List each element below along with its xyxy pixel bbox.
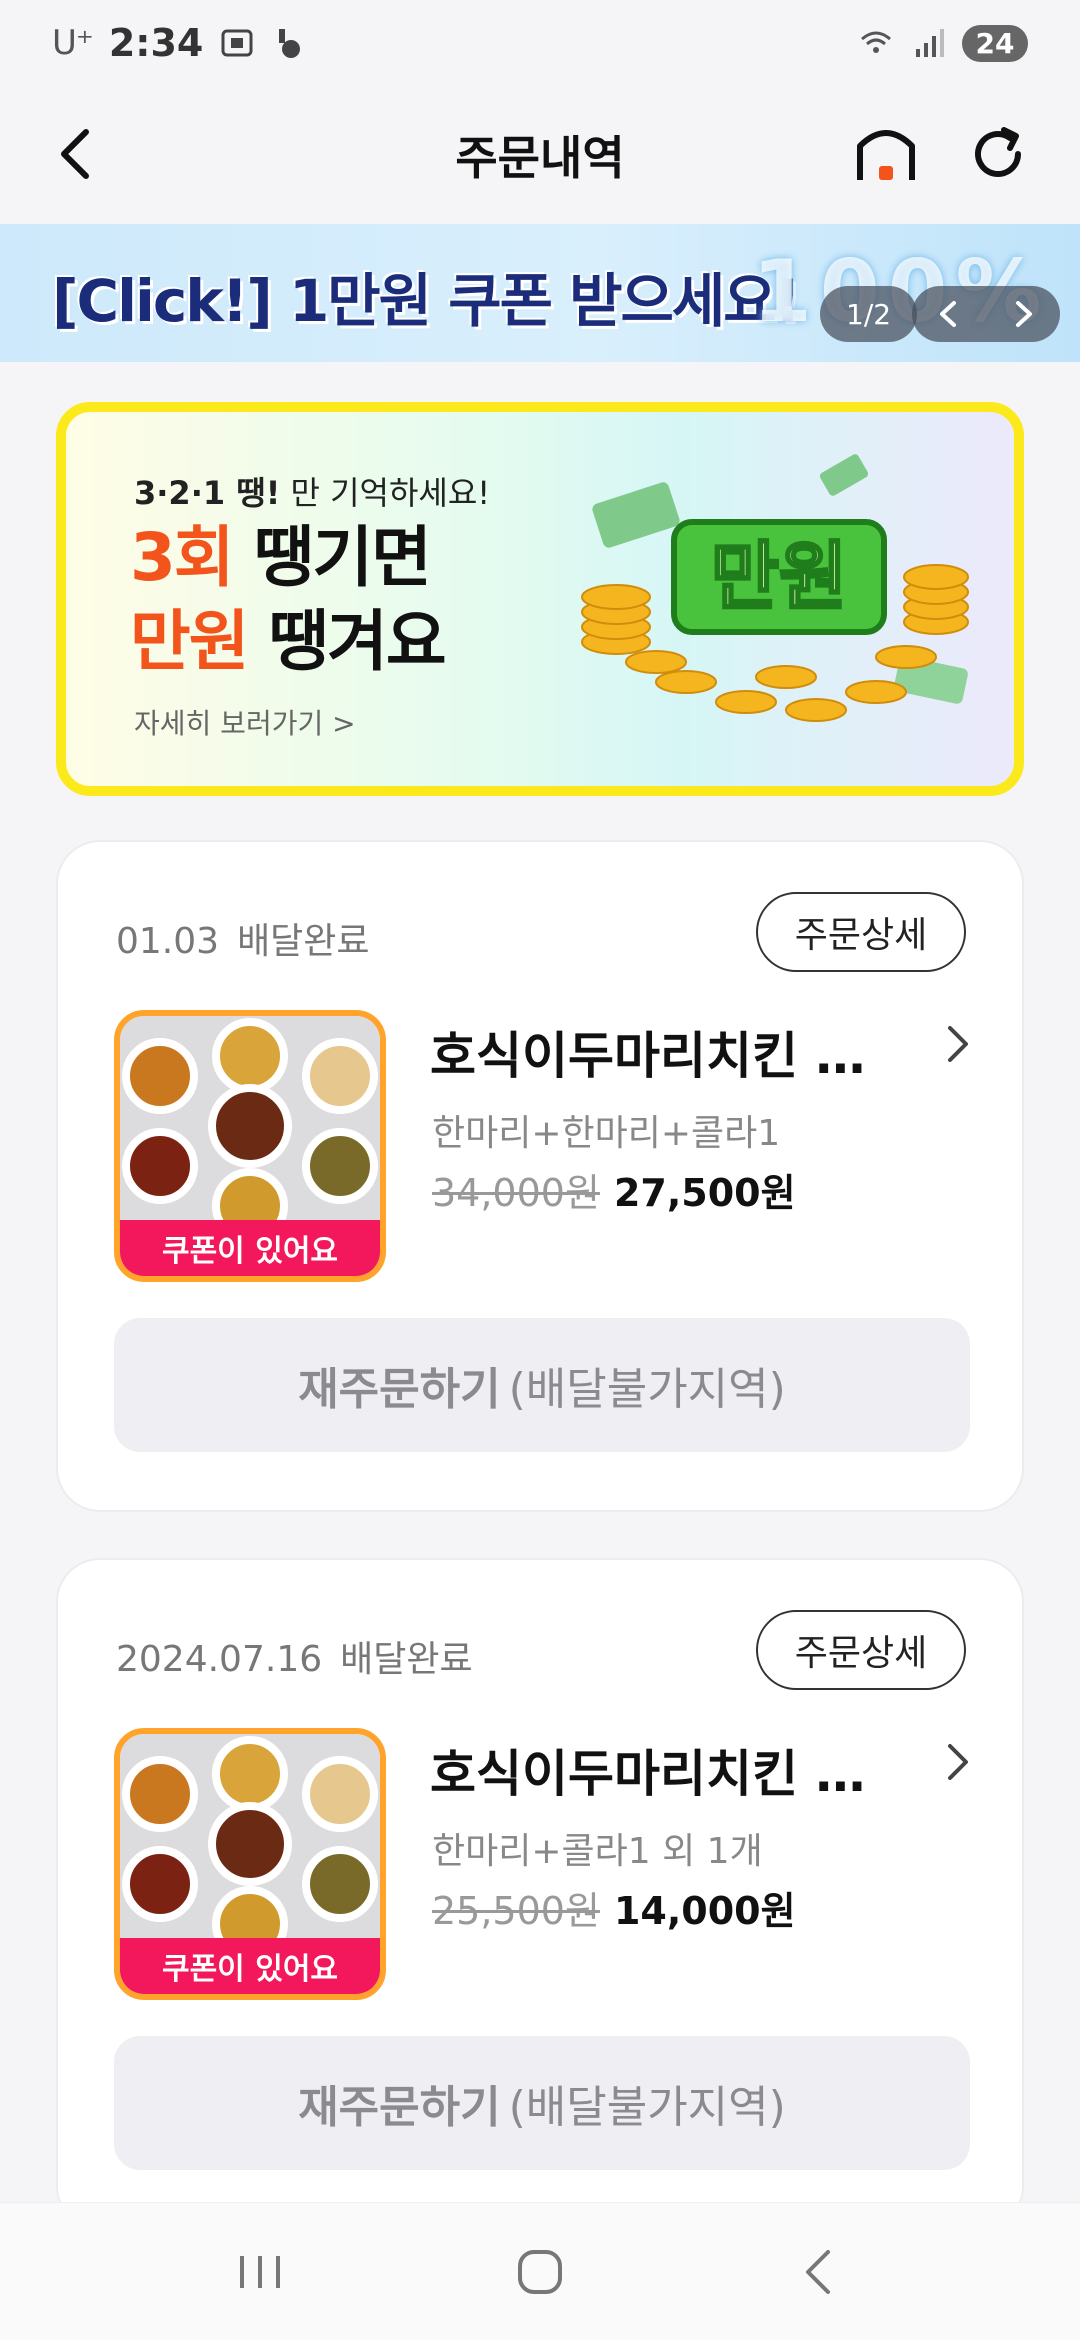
event-headline: 3회 땡기면 만원 땡겨요 xyxy=(130,516,447,684)
chevron-right-icon[interactable] xyxy=(934,1020,982,1068)
system-home-button[interactable] xyxy=(500,2232,580,2312)
promo-banner[interactable]: [Click!] 1만원 쿠폰 받으세요! 100% xyxy=(0,224,1080,362)
order-card: 2024.07.16 배달완료 주문상세 쿠폰이 있어요 호식이두마리치킨 옥… … xyxy=(56,1558,1024,2230)
event-kicker-bold: 3·2·1 땡! xyxy=(134,474,281,512)
order-menu: 한마리+콜라1 외 1개 xyxy=(432,1831,763,1872)
promo-banner-text: [Click!] 1만원 쿠폰 받으세요! xyxy=(52,267,801,335)
status-bar: U⁺ 2:34 24 xyxy=(0,0,1080,86)
chevron-left-icon[interactable] xyxy=(932,297,966,331)
event-headline-line1: 3회 땡기면 xyxy=(130,516,445,600)
order-price: 25,500원 14,000원 xyxy=(432,1880,796,1935)
store-name[interactable]: 호식이두마리치킨 옥… xyxy=(430,1734,900,1806)
event-kicker-rest: 만 기억하세요! xyxy=(280,474,491,512)
carrier-label: U⁺ xyxy=(52,23,94,63)
clock: 2:34 xyxy=(108,21,204,65)
order-meta: 2024.07.16 배달완료 xyxy=(116,1630,473,1682)
app-bar: 주문내역 xyxy=(0,86,1080,224)
screenshot-icon xyxy=(221,29,253,57)
signal-icon xyxy=(916,29,944,57)
system-back-icon xyxy=(806,2249,830,2294)
status-left: U⁺ 2:34 xyxy=(52,21,307,65)
banner-nav xyxy=(912,286,1060,342)
status-right: 24 xyxy=(854,24,1028,62)
page-title: 주문내역 xyxy=(455,131,625,185)
event-art-label: 만원 xyxy=(711,534,847,620)
order-card: 01.03 배달완료 주문상세 쿠폰이 있어요 호식이두마리치킨 옥… 한마리+한… xyxy=(56,840,1024,1512)
reorder-button[interactable]: 재주문하기 (배달불가지역) xyxy=(114,2036,970,2170)
wifi-icon xyxy=(861,31,891,53)
recent-apps-button[interactable] xyxy=(220,2232,300,2312)
banner-pager: 1/2 xyxy=(820,286,918,342)
store-thumbnail[interactable]: 쿠폰이 있어요 xyxy=(114,1728,386,2000)
system-back-button[interactable] xyxy=(780,2232,860,2312)
reorder-button[interactable]: 재주문하기 (배달불가지역) xyxy=(114,1318,970,1452)
home-circle-icon xyxy=(518,2249,562,2294)
refresh-icon[interactable] xyxy=(958,114,1038,194)
home-icon[interactable] xyxy=(846,114,926,194)
event-detail-link[interactable]: 자세히 보러가기 > xyxy=(134,702,356,742)
final-price: 27,500원 xyxy=(613,1171,796,1215)
store-name[interactable]: 호식이두마리치킨 옥… xyxy=(430,1016,900,1088)
notification-icon xyxy=(279,29,301,58)
original-price: 34,000원 xyxy=(432,1171,600,1215)
event-line2-accent: 만원 xyxy=(130,603,249,680)
recent-apps-icon xyxy=(240,2255,280,2288)
event-kicker: 3·2·1 땡! 만 기억하세요! xyxy=(134,468,490,514)
chevron-right-icon[interactable] xyxy=(1006,297,1040,331)
event-headline-line2: 만원 땡겨요 xyxy=(130,600,447,684)
reorder-label: 재주문하기 xyxy=(298,2082,501,2133)
order-detail-button[interactable]: 주문상세 xyxy=(756,892,966,972)
coins-money-illustration: 만원 xyxy=(581,454,969,722)
store-thumbnail[interactable]: 쿠폰이 있어요 xyxy=(114,1010,386,1282)
system-nav-bar xyxy=(0,2202,1080,2340)
event-banner-card[interactable]: 3·2·1 땡! 만 기억하세요! 3회 땡기면 만원 땡겨요 자세히 보러가기… xyxy=(56,402,1024,796)
coupon-badge: 쿠폰이 있어요 xyxy=(120,1220,380,1276)
order-date: 01.03 xyxy=(116,921,220,962)
order-status: 배달완료 xyxy=(237,921,370,962)
order-menu: 한마리+한마리+콜라1 xyxy=(432,1113,781,1154)
back-arrow-icon[interactable] xyxy=(40,116,116,192)
event-line1-rest: 땡기면 xyxy=(232,519,432,596)
reorder-label: 재주문하기 xyxy=(298,1364,501,1415)
reorder-note: (배달불가지역) xyxy=(508,1364,786,1415)
original-price: 25,500원 xyxy=(432,1889,600,1933)
food-photo xyxy=(120,1734,380,1942)
order-price: 34,000원 27,500원 xyxy=(432,1162,796,1217)
event-line1-accent: 3회 xyxy=(130,519,235,596)
battery-indicator: 24 xyxy=(962,24,1028,62)
order-detail-button[interactable]: 주문상세 xyxy=(756,1610,966,1690)
food-photo xyxy=(120,1016,380,1224)
order-date: 2024.07.16 xyxy=(116,1639,323,1680)
final-price: 14,000원 xyxy=(613,1889,796,1933)
chevron-right-icon[interactable] xyxy=(934,1738,982,1786)
coupon-badge: 쿠폰이 있어요 xyxy=(120,1938,380,1994)
order-meta: 01.03 배달완료 xyxy=(116,912,370,964)
reorder-note: (배달불가지역) xyxy=(508,2082,786,2133)
order-status: 배달완료 xyxy=(340,1639,473,1680)
event-line2-rest: 땡겨요 xyxy=(247,603,446,680)
